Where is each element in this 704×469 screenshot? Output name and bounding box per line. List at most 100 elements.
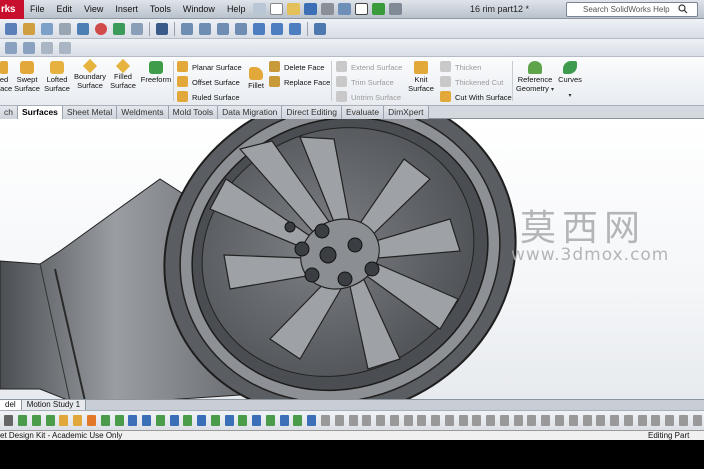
- paste-icon[interactable]: [23, 41, 35, 54]
- move-entities-icon[interactable]: [252, 415, 262, 426]
- chevron-down-icon[interactable]: ▾: [551, 87, 554, 93]
- delete-icon[interactable]: [59, 41, 71, 54]
- top-view-icon[interactable]: [217, 22, 229, 35]
- sketch-fillet-icon[interactable]: [472, 415, 482, 426]
- replace-face-button[interactable]: Replace Face: [269, 76, 330, 90]
- text-icon[interactable]: [362, 415, 372, 426]
- section-view-icon[interactable]: [77, 22, 89, 35]
- copy-entities-icon[interactable]: [279, 415, 289, 426]
- right-view-icon[interactable]: [235, 22, 247, 35]
- hide-show-icon[interactable]: [59, 22, 71, 35]
- polygon-icon[interactable]: [100, 415, 110, 426]
- reference-geometry-button[interactable]: Reference Geometry ▾: [515, 61, 555, 95]
- rectangle-icon[interactable]: [45, 415, 55, 426]
- menu-insert[interactable]: Insert: [109, 0, 144, 19]
- three-point-arc-icon[interactable]: [444, 415, 454, 426]
- plane-view-icon[interactable]: [181, 22, 193, 35]
- grid-icon[interactable]: [41, 41, 53, 54]
- view-orientation-icon[interactable]: [5, 22, 17, 35]
- appearance-icon[interactable]: [95, 22, 107, 35]
- dimetric-view-icon[interactable]: [289, 22, 301, 35]
- tab-mold-tools[interactable]: Mold Tools: [168, 106, 219, 119]
- undo-icon[interactable]: [338, 3, 352, 15]
- perpendicular-icon[interactable]: [582, 415, 592, 426]
- ruled-surface-button[interactable]: Ruled Surface: [177, 91, 240, 105]
- anchor-icon[interactable]: [156, 22, 168, 35]
- menu-help[interactable]: Help: [221, 0, 252, 19]
- menu-tools[interactable]: Tools: [144, 0, 177, 19]
- circular-pattern-icon[interactable]: [238, 415, 248, 426]
- new-document-icon[interactable]: [270, 3, 284, 15]
- display-style-icon[interactable]: [41, 22, 53, 35]
- grid-snap-icon[interactable]: [513, 415, 523, 426]
- sketch-picture-icon[interactable]: [389, 415, 399, 426]
- symmetric-icon[interactable]: [623, 415, 633, 426]
- menu-file[interactable]: File: [24, 0, 51, 19]
- dimension-icon[interactable]: [499, 415, 509, 426]
- extend-surface-button[interactable]: Extend Surface: [336, 61, 402, 75]
- linear-pattern-icon[interactable]: [224, 415, 234, 426]
- search-icon[interactable]: [678, 4, 688, 14]
- rotate-entities-icon[interactable]: [265, 415, 275, 426]
- untrim-surface-button[interactable]: Untrim Surface: [336, 91, 401, 105]
- front-view-icon[interactable]: [199, 22, 211, 35]
- stretch-entities-icon[interactable]: [307, 415, 317, 426]
- graphics-area[interactable]: 莫西网 www.3dmox.com: [0, 119, 704, 399]
- freeform-button[interactable]: Freeform: [139, 61, 173, 84]
- scale-entities-icon[interactable]: [293, 415, 303, 426]
- menu-view[interactable]: View: [78, 0, 109, 19]
- curves-button[interactable]: Curves ▾: [556, 61, 584, 101]
- block-icon[interactable]: [403, 415, 413, 426]
- tangent-icon[interactable]: [637, 415, 647, 426]
- boundary-surface-button[interactable]: Boundary Surface: [73, 58, 107, 90]
- iso-view-icon[interactable]: [253, 22, 265, 35]
- app-logo[interactable]: rks: [0, 0, 24, 19]
- chamfer-icon[interactable]: [142, 415, 152, 426]
- mirror-entities-icon[interactable]: [210, 415, 220, 426]
- spline-icon[interactable]: [86, 415, 96, 426]
- point-icon[interactable]: [334, 415, 344, 426]
- thickened-cut-button[interactable]: Thickened Cut: [440, 76, 503, 90]
- centerline-icon[interactable]: [348, 415, 358, 426]
- tab-dimxpert[interactable]: DimXpert: [384, 106, 429, 119]
- horizontal-icon[interactable]: [527, 415, 537, 426]
- tab-motion-study-1[interactable]: Motion Study 1: [21, 400, 87, 410]
- equal-icon[interactable]: [596, 415, 606, 426]
- tangent-arc-icon[interactable]: [431, 415, 441, 426]
- parabola-icon[interactable]: [458, 415, 468, 426]
- vertical-icon[interactable]: [541, 415, 551, 426]
- slot-icon[interactable]: [417, 415, 427, 426]
- realview-icon[interactable]: [131, 22, 143, 35]
- open-folder-icon[interactable]: [287, 3, 301, 15]
- trim-surface-button[interactable]: Trim Surface: [336, 76, 394, 90]
- rebuild-icon[interactable]: [372, 3, 386, 15]
- tab-data-migration[interactable]: Data Migration: [218, 106, 283, 119]
- menu-edit[interactable]: Edit: [51, 0, 79, 19]
- chevron-down-icon[interactable]: ▾: [556, 92, 584, 101]
- fillet-icon[interactable]: [128, 415, 138, 426]
- midpoint-icon[interactable]: [651, 415, 661, 426]
- tab-surfaces[interactable]: Surfaces: [17, 106, 63, 119]
- select-arrow-icon[interactable]: [355, 3, 369, 15]
- copy-icon[interactable]: [5, 41, 17, 54]
- tab-direct-editing[interactable]: Direct Editing: [282, 106, 342, 119]
- extruded-surface-button[interactable]: ed face: [0, 61, 12, 93]
- arc-icon[interactable]: [73, 415, 83, 426]
- plane-icon[interactable]: [376, 415, 386, 426]
- cut-with-surface-button[interactable]: Cut With Surface: [440, 91, 512, 105]
- pierce-icon[interactable]: [692, 415, 702, 426]
- swept-surface-button[interactable]: Swept Surface: [11, 61, 43, 93]
- lofted-surface-button[interactable]: Lofted Surface: [42, 61, 72, 93]
- offset-entities-icon[interactable]: [155, 415, 165, 426]
- planar-surface-button[interactable]: Planar Surface: [177, 61, 242, 75]
- merge-icon[interactable]: [678, 415, 688, 426]
- print-icon[interactable]: [321, 3, 335, 15]
- tab-model[interactable]: del: [0, 400, 22, 410]
- fix-icon[interactable]: [610, 415, 620, 426]
- scene-icon[interactable]: [113, 22, 125, 35]
- tab-sketch[interactable]: ch: [0, 106, 18, 119]
- construction-geometry-icon[interactable]: [486, 415, 496, 426]
- sketch-tool-icon[interactable]: [314, 22, 326, 35]
- pin-icon[interactable]: [253, 3, 267, 15]
- parallel-icon[interactable]: [568, 415, 578, 426]
